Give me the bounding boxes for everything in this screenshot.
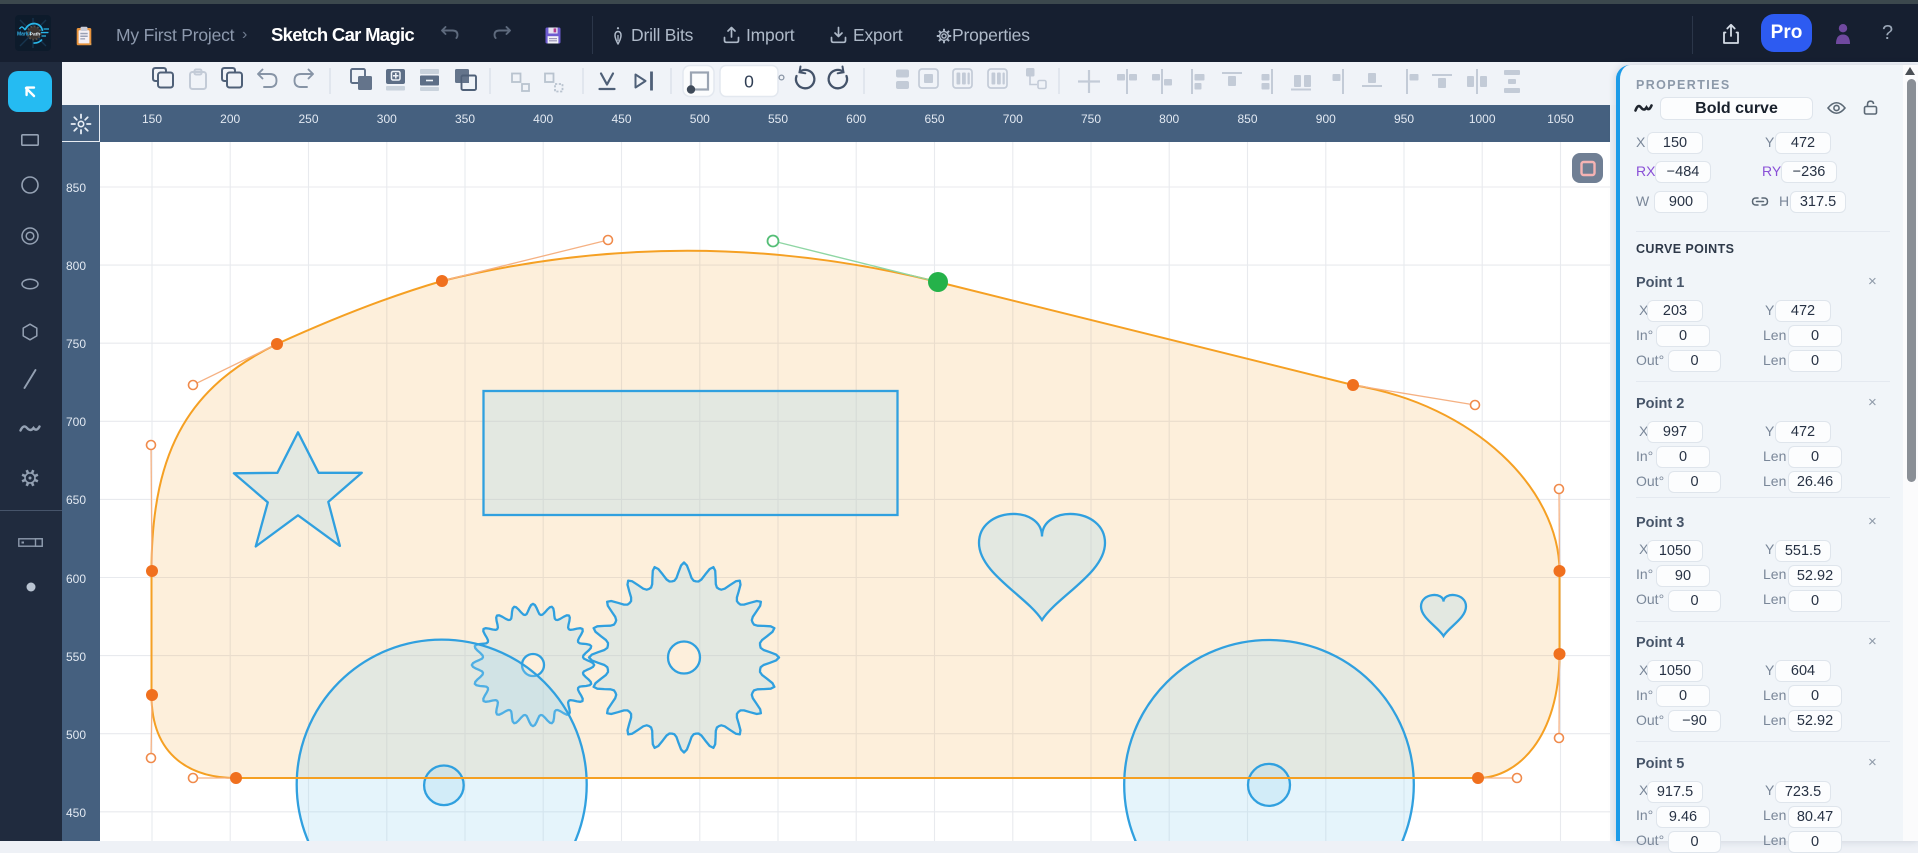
svg-text:0: 0 [744,72,754,92]
svg-text:Path: Path [30,31,40,37]
